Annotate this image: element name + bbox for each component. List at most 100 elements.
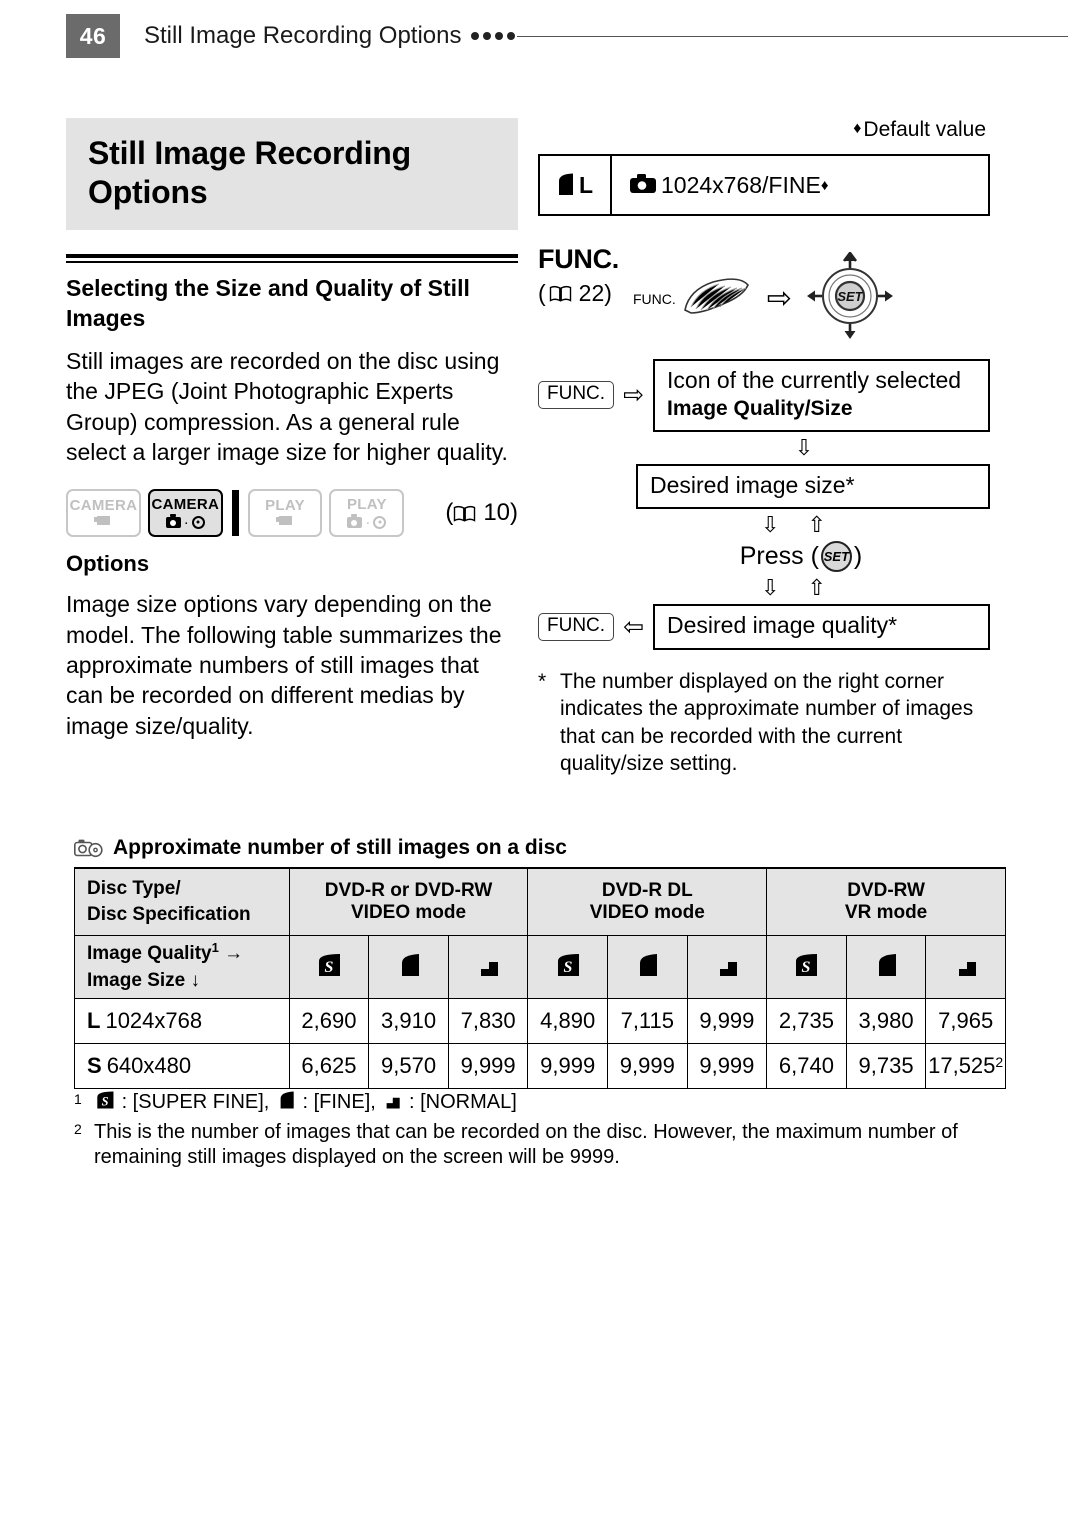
table-cell: 4,890 — [527, 998, 608, 1044]
book-icon — [453, 505, 476, 522]
default-value-box: L 1024x768/FINE ♦ — [538, 154, 990, 216]
header-line-1: Disc Type/ — [87, 878, 181, 900]
table-cell: 9,999 — [607, 1043, 688, 1089]
row-size-label: L 1024x768 — [74, 998, 290, 1044]
mode-badge-camera-video: CAMERA — [66, 489, 141, 538]
table-cell: 6,625 — [288, 1043, 370, 1089]
table-cell-value: 17,525 — [928, 1053, 996, 1078]
flow-step-1: FUNC. ⇨ Icon of the currently selected I… — [538, 359, 990, 432]
table-caption-text: Approximate number of still images on a … — [113, 836, 567, 859]
func-reference-page: 22 — [578, 280, 605, 306]
fine-icon — [634, 953, 660, 982]
normal-icon — [475, 961, 501, 982]
arrow-right-icon: ⇨ — [766, 281, 792, 315]
quality-icon-cell — [368, 935, 449, 999]
table-cell: 6,740 — [766, 1043, 847, 1089]
default-value-cell: 1024x768/FINE ♦ — [612, 156, 988, 214]
flow-box-desired-quality: Desired image quality* — [653, 604, 990, 651]
disc-group-type: DVD-R DL — [601, 880, 693, 901]
quality-axis-superscript: 1 — [211, 940, 219, 956]
super-fine-icon: S — [555, 953, 581, 982]
table-cell: 3,910 — [368, 998, 449, 1044]
chapter-title: Still Image Recording Options — [88, 134, 498, 212]
svg-text:S: S — [563, 959, 572, 976]
operating-modes-row: CAMERA CAMERA · PLAY PLAY · (10) — [66, 489, 519, 538]
video-camera-icon — [94, 516, 112, 528]
mode-reference-page: 10 — [483, 499, 511, 527]
table-cell: 9,999 — [527, 1043, 608, 1089]
quality-icon-cell: S — [766, 935, 847, 999]
right-column-footnote: * The number displayed on the right corn… — [538, 668, 990, 777]
flow-step1-line1: Icon of the currently selected — [667, 367, 962, 393]
table-cell: 9,735 — [845, 1043, 927, 1089]
super-fine-icon: S — [793, 953, 819, 982]
press-prefix: Press ( — [739, 542, 819, 571]
set-button-icon[interactable]: SET — [820, 541, 852, 573]
quality-icon-cell — [845, 935, 927, 999]
spec-table: Disc Type/ Disc Specification DVD-R or D… — [74, 867, 1006, 1089]
section-divider-rule — [66, 254, 518, 264]
footnote-1: 1 S : [SUPER FINE], : [FINE], : [NORMAL] — [74, 1090, 1014, 1118]
table-cell: 2,735 — [766, 998, 847, 1044]
quality-icon-cell: S — [288, 935, 370, 999]
func-heading: FUNC. — [538, 244, 619, 274]
quality-icon-cell: S — [527, 935, 608, 999]
footnote-1-body: S : [SUPER FINE], : [FINE], : [NORMAL] — [94, 1090, 1014, 1118]
photo-disc-icon: · — [347, 513, 387, 530]
header-line-2: Disc Specification — [87, 904, 251, 925]
arrow-right-icon: ⇨ — [623, 380, 645, 409]
func-tag-button[interactable]: FUNC. — [538, 381, 615, 410]
size-resolution: 640x480 — [106, 1053, 192, 1078]
table-cell: 17,5252 — [925, 1043, 1006, 1089]
fine-icon — [557, 172, 574, 199]
footnote-1-part-3: : [NORMAL] — [408, 1091, 517, 1113]
table-cell: 3,980 — [845, 998, 927, 1044]
joystick-set-icon: SET — [806, 250, 894, 345]
normal-icon — [953, 961, 979, 982]
svg-text:S: S — [325, 959, 334, 976]
table-footnotes: 1 S : [SUPER FINE], : [FINE], : [NORMAL]… — [74, 1090, 1014, 1173]
camera-disc-icon — [74, 838, 104, 858]
svg-text:S: S — [802, 959, 811, 976]
mode-page-reference: ( 10) — [445, 499, 519, 527]
procedure-flow: FUNC. ⇨ Icon of the currently selected I… — [538, 359, 990, 651]
flow-step1-line2: Image Quality/Size — [667, 396, 853, 420]
func-tag-button[interactable]: FUNC. — [538, 613, 615, 642]
fine-icon — [873, 953, 899, 982]
footnote-2: 2 This is the number of images that can … — [74, 1120, 1014, 1171]
mode-badge-label: CAMERA — [151, 495, 220, 513]
fine-icon — [396, 953, 422, 982]
table-cell: 9,999 — [686, 1043, 768, 1089]
func-button-icon — [679, 276, 753, 321]
video-camera-icon — [276, 516, 294, 528]
flow-step2-text: Desired image size* — [650, 471, 855, 498]
disc-group-mode: VIDEO mode — [351, 902, 467, 923]
mode-badge-label: CAMERA — [69, 497, 138, 515]
quality-icon-cell — [925, 935, 1006, 999]
spec-table-section: Approximate number of still images on a … — [74, 836, 1006, 1089]
quality-axis-line: Image Quality1 → — [87, 939, 289, 968]
table-cell: 9,570 — [368, 1043, 449, 1089]
func-page-reference: ( 22) — [538, 280, 612, 306]
chapter-title-band: Still Image Recording Options — [66, 118, 518, 231]
func-heading-block: FUNC. ( 22) FUNC. ⇨ SET — [538, 246, 990, 345]
fine-icon — [276, 1091, 302, 1115]
flow-box-icon-selected: Icon of the currently selected Image Qua… — [653, 359, 990, 432]
page-number: 46 — [66, 14, 120, 58]
arrow-left-icon: ⇦ — [623, 612, 645, 641]
table-cell-superscript: 2 — [995, 1054, 1004, 1070]
options-heading: Options — [66, 551, 150, 577]
mode-badge-camera-photo: CAMERA · — [147, 489, 223, 538]
photo-camera-icon — [630, 172, 656, 199]
running-header: 46 Still Image Recording Options — [66, 14, 1068, 58]
table-cell: 9,999 — [686, 998, 768, 1044]
table-cell: 7,115 — [607, 998, 688, 1044]
table-caption: Approximate number of still images on a … — [74, 836, 1006, 860]
size-badge-L: L — [578, 171, 594, 198]
default-value-marker: ♦ — [820, 176, 829, 194]
mode-group-divider — [231, 490, 239, 537]
normal-icon — [382, 1093, 408, 1115]
flow-box-desired-size: Desired image size* — [636, 463, 990, 510]
disc-group-3: DVD-RW VR mode — [766, 867, 1006, 936]
disc-group-type: DVD-RW — [847, 880, 925, 901]
